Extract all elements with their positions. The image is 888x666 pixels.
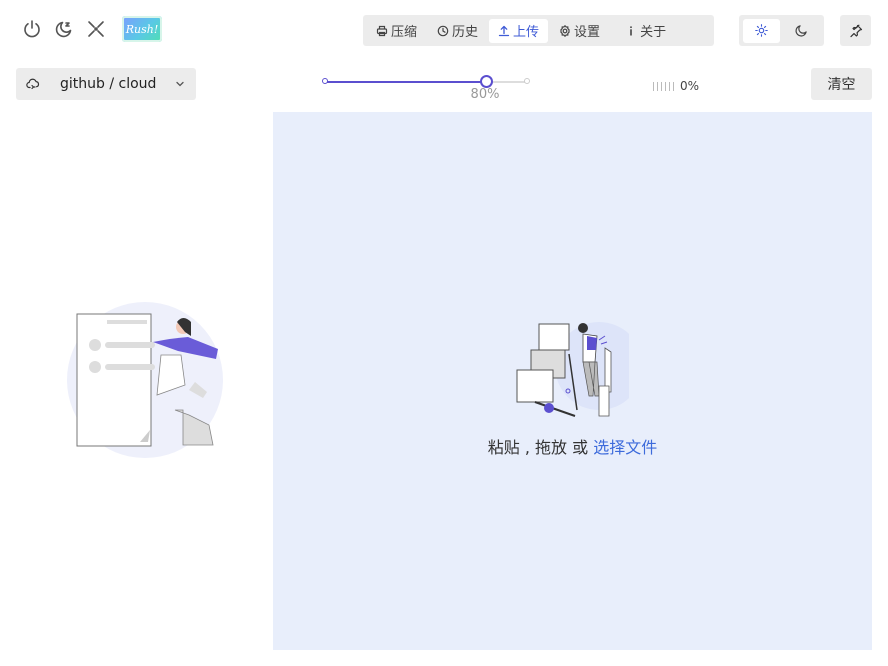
repo-select[interactable]: github / cloud	[16, 68, 196, 100]
theme-light-button[interactable]	[743, 18, 780, 43]
tab-about[interactable]: 关于	[611, 19, 675, 43]
dropzone-text: 粘贴 , 拖放 或 选择文件	[273, 434, 872, 458]
progress-ticks	[653, 81, 674, 91]
chevron-down-icon	[176, 81, 184, 87]
app-logo: Rush!	[122, 16, 162, 42]
shrink-button[interactable]	[82, 15, 110, 43]
printer-icon	[376, 25, 388, 36]
info-icon	[630, 25, 632, 35]
slider-min-marker	[322, 78, 328, 84]
select-file-link[interactable]: 选择文件	[593, 438, 657, 457]
gear-icon	[560, 24, 570, 37]
tab-label: 历史	[452, 25, 479, 40]
shrink-icon	[88, 21, 104, 37]
tab-compress[interactable]: 压缩	[367, 19, 426, 43]
moon-icon	[795, 25, 807, 37]
pin-window-button[interactable]	[840, 15, 871, 46]
empty-list-illustration	[67, 302, 223, 458]
file-dropzone[interactable]: 粘贴 , 拖放 或 选择文件	[273, 112, 872, 650]
tab-label: 关于	[640, 25, 667, 40]
tab-label: 上传	[513, 25, 540, 40]
upload-illustration	[516, 322, 629, 417]
tab-upload[interactable]: 上传	[489, 18, 549, 43]
power-button[interactable]	[18, 15, 46, 43]
power-icon	[24, 20, 40, 38]
upload-progress: 0%	[653, 79, 699, 93]
theme-toggle	[739, 15, 824, 46]
tab-label: 压缩	[391, 25, 418, 40]
dropzone-hint: 粘贴 , 拖放 或	[487, 438, 594, 457]
sun-icon	[754, 24, 768, 37]
history-icon	[437, 25, 449, 36]
moon-sleep-icon	[55, 21, 72, 38]
pin-icon	[849, 24, 862, 37]
upload-icon	[498, 25, 510, 36]
cloud-sync-icon	[26, 78, 40, 90]
clear-button[interactable]: 清空	[811, 68, 872, 100]
tab-label: 设置	[574, 25, 601, 40]
slider-fill	[325, 81, 487, 83]
sleep-button[interactable]	[50, 15, 78, 43]
progress-value: 0%	[680, 79, 700, 93]
repo-select-value: github / cloud	[60, 76, 157, 92]
theme-dark-button[interactable]	[784, 19, 821, 43]
main-tabs: 压缩 历史 上传 设置 关于	[363, 15, 714, 46]
slider-max-marker	[524, 78, 530, 84]
tab-history[interactable]: 历史	[428, 19, 487, 43]
quality-value: 80%	[470, 87, 500, 102]
tab-settings[interactable]: 设置	[550, 19, 609, 43]
